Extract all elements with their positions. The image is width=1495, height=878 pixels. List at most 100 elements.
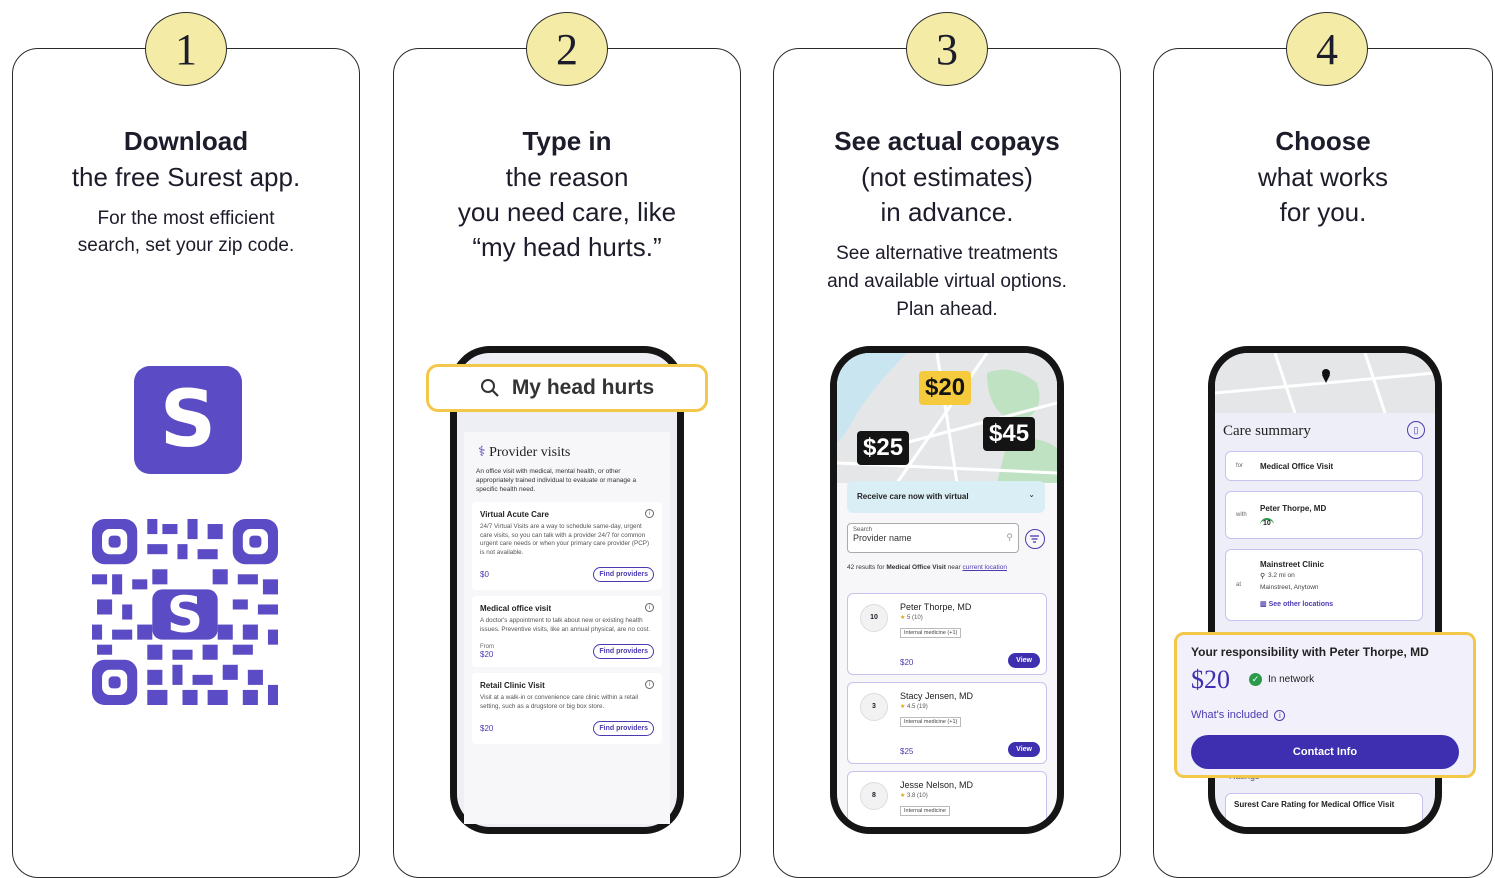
for-value: Medical Office Visit xyxy=(1260,462,1334,471)
option-price: $20 xyxy=(480,650,494,659)
map-streets xyxy=(1215,353,1435,414)
view-button[interactable]: View xyxy=(1008,742,1040,757)
rating-gauge: 8 xyxy=(860,782,888,810)
qr-code-icon[interactable]: S xyxy=(92,518,278,706)
provider-name: Peter Thorpe, MD xyxy=(900,602,972,612)
virtual-care-banner[interactable]: Receive care now with virtual ⌄ xyxy=(847,481,1045,513)
stethoscope-icon: ⚕ xyxy=(478,445,490,460)
option-price: $0 xyxy=(480,570,489,579)
svg-text:S: S xyxy=(167,585,203,644)
rating-value: 3.8 (10) xyxy=(907,793,928,799)
step-title: Type in xyxy=(522,126,612,156)
step-number-badge: 3 xyxy=(906,12,988,86)
map-price-pin[interactable]: $25 xyxy=(857,431,910,465)
care-option: i Virtual Acute Care 24/7 Virtual Visits… xyxy=(472,502,662,590)
map-price-pin[interactable]: $20 xyxy=(919,371,972,405)
find-providers-button[interactable]: Find providers xyxy=(593,644,654,659)
provider-name: Stacy Jensen, MD xyxy=(900,691,974,701)
step-subtitle: “my head hurts.” xyxy=(472,232,662,262)
phone-mockup: $20 $25 $45 Receive care now with virtua… xyxy=(830,346,1064,834)
with-label: with xyxy=(1236,512,1247,518)
info-icon[interactable]: i xyxy=(645,680,654,689)
section-description: An office visit with medical, mental hea… xyxy=(476,468,637,493)
step-subtitle: the reason xyxy=(505,162,629,192)
provider-card[interactable]: 10 Peter Thorpe, MD ★ 5 (10) Internal me… xyxy=(847,593,1047,675)
option-title: Retail Clinic Visit xyxy=(480,681,545,690)
provider-rating: ★ 4.5 (19) xyxy=(900,703,928,710)
option-footer: $0 Find providers xyxy=(480,567,654,582)
search-bar[interactable]: My head hurts xyxy=(426,364,708,412)
results-count: 42 results for xyxy=(847,564,885,571)
provider-card[interactable]: 3 Stacy Jensen, MD ★ 4.5 (19) Internal m… xyxy=(847,682,1047,764)
step-subtitle: you need care, like xyxy=(457,197,677,227)
step-subtitle: (not estimates) xyxy=(861,162,1033,192)
bookmark-icon[interactable]: ▯ xyxy=(1407,421,1425,439)
specialty-tag: Internal medicine xyxy=(900,806,950,816)
summary-with-box[interactable]: with Peter Thorpe, MD 10 xyxy=(1225,491,1423,539)
care-option: i Medical office visit A doctor's appoin… xyxy=(472,596,662,667)
care-option: i Retail Clinic Visit Visit at a walk-in… xyxy=(472,673,662,744)
results-summary: 42 results for Medical Office Visit near… xyxy=(847,563,1037,572)
provider-price: $20 xyxy=(900,658,914,667)
step-detail: search, set your zip code. xyxy=(77,235,295,256)
step-subtitle: for you. xyxy=(1279,197,1367,227)
specialty-tag: Internal medicine (+1) xyxy=(900,628,962,638)
step-title: Download xyxy=(123,126,249,156)
virtual-banner-label: Receive care now with virtual xyxy=(857,492,969,501)
summary-for-box[interactable]: for Medical Office Visit xyxy=(1225,451,1423,481)
search-text: My head hurts xyxy=(511,376,655,399)
option-footer: $20 Find providers xyxy=(480,721,654,736)
whats-included-link[interactable]: What's included i xyxy=(1191,709,1286,721)
rating-value: 5 (10) xyxy=(907,615,923,621)
map-view[interactable]: $20 $25 $45 xyxy=(837,353,1057,484)
network-status: ✓ In network xyxy=(1249,673,1314,686)
whats-included-label: What's included xyxy=(1191,709,1269,721)
care-rating-title: Surest Care Rating for Medical Office Vi… xyxy=(1234,800,1395,809)
contact-info-button[interactable]: Contact Info xyxy=(1191,735,1459,769)
at-distance: 3.2 mi on xyxy=(1268,572,1295,579)
find-providers-button[interactable]: Find providers xyxy=(593,721,654,736)
rating-gauge: 10 xyxy=(860,604,888,632)
search-icon: ⚲ xyxy=(1006,532,1013,542)
responsibility-title: Your responsibility with Peter Thorpe, M… xyxy=(1191,645,1429,659)
provider-search-input[interactable]: Search Provider name ⚲ xyxy=(847,523,1019,553)
provider-card[interactable]: 8 Jesse Nelson, MD ★ 3.8 (10) Internal m… xyxy=(847,771,1047,827)
info-icon[interactable]: i xyxy=(645,603,654,612)
option-price-group: From $20 xyxy=(480,644,494,659)
provider-visits-panel: ⚕ Provider visits An office visit with m… xyxy=(464,432,670,824)
location-pin-icon: ⚲ xyxy=(1260,573,1266,580)
map-view[interactable] xyxy=(1215,353,1435,414)
with-value: Peter Thorpe, MD xyxy=(1260,504,1327,513)
step-title: Choose xyxy=(1275,126,1371,156)
step-title: See actual copays xyxy=(834,126,1060,156)
info-icon[interactable]: i xyxy=(645,509,654,518)
care-rating-box[interactable]: Surest Care Rating for Medical Office Vi… xyxy=(1225,793,1423,827)
view-button[interactable]: View xyxy=(1008,653,1040,668)
check-icon: ✓ xyxy=(1249,673,1262,686)
map-price-pin[interactable]: $45 xyxy=(983,417,1036,451)
step-detail: Plan ahead. xyxy=(896,299,998,320)
surest-app-icon[interactable]: S xyxy=(134,366,242,474)
step-subtitle: the free Surest app. xyxy=(71,162,301,192)
filter-icon[interactable] xyxy=(1025,529,1045,549)
step-detail: and available virtual options. xyxy=(827,271,1067,292)
section-title-label: Provider visits xyxy=(489,445,571,460)
chevron-down-icon: ⌄ xyxy=(1028,490,1035,499)
find-providers-button[interactable]: Find providers xyxy=(593,567,654,582)
option-footer: From $20 Find providers xyxy=(480,644,654,659)
step-subtitle: in advance. xyxy=(880,197,1014,227)
summary-at-box[interactable]: at Mainstreet Clinic ⚲ 3.2 mi on Mainstr… xyxy=(1225,549,1423,621)
other-locations-link[interactable]: ▥ See other locations xyxy=(1260,600,1333,608)
option-price: $20 xyxy=(480,724,494,733)
logo-letter: S xyxy=(159,375,217,465)
star-icon: ★ xyxy=(900,704,908,710)
step-detail: See alternative treatments xyxy=(836,243,1058,264)
option-title: Medical office visit xyxy=(480,604,552,613)
option-title: Virtual Acute Care xyxy=(480,510,549,519)
rating-value: 4.5 (19) xyxy=(907,704,928,710)
provider-price: $25 xyxy=(900,747,914,756)
step-subtitle: what works xyxy=(1257,162,1389,192)
specialty-tag: Internal medicine (+1) xyxy=(900,717,962,727)
current-location-link[interactable]: current location xyxy=(963,564,1007,571)
search-icon xyxy=(480,379,499,397)
